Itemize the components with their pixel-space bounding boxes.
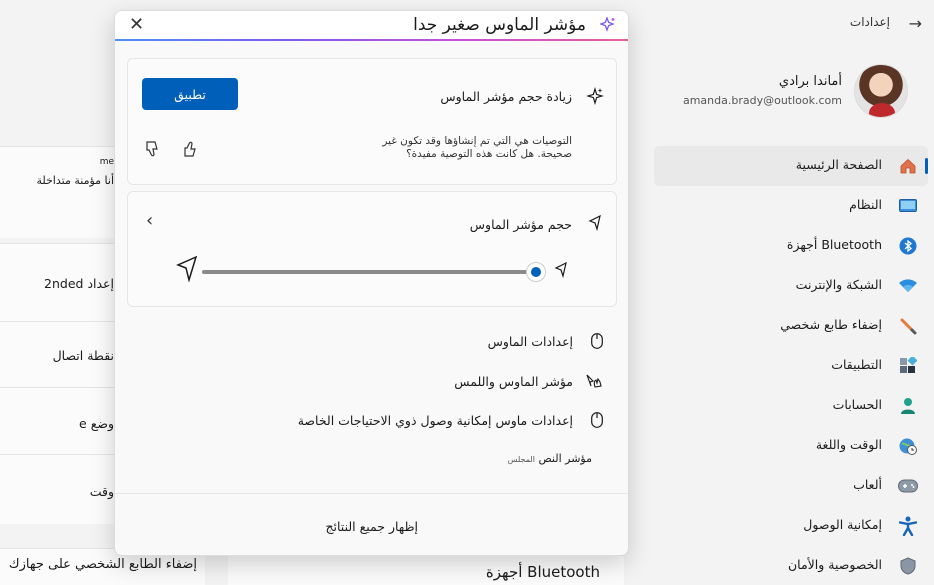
result-mouse-settings[interactable]: إعدادات الماوس (127, 326, 617, 358)
sidebar-item-label: الشبكة والإنترنت (795, 277, 882, 292)
content-cards: me أنا مؤمنة متداخلة إعداد 2nded نقطة ات… (0, 46, 116, 585)
content-card[interactable]: وقت (0, 454, 116, 524)
home-icon (898, 156, 918, 176)
sidebar-item-gaming[interactable]: ألعاب (654, 466, 928, 506)
close-icon[interactable]: ✕ (129, 14, 144, 35)
card-title: إعداد 2nded (44, 276, 114, 291)
sidebar-item-accessibility[interactable]: إمكانية الوصول (654, 506, 928, 546)
sidebar-item-privacy[interactable]: الخصوصية والأمان (654, 546, 928, 585)
card-title: نقطة اتصال (52, 348, 114, 363)
result-caption: المجلس (507, 455, 535, 464)
mouse-pointer-icon (588, 214, 602, 235)
large-pointer-icon (176, 255, 198, 286)
card-title: أجهزة Bluetooth (485, 563, 600, 581)
shield-icon (898, 556, 918, 576)
result-label: إعدادات ماوس إمكانية وصول ذوي الاحتياجات… (297, 413, 573, 428)
pointer-size-title: حجم مؤشر الماوس (469, 217, 572, 232)
globe-clock-icon (898, 436, 918, 456)
result-pointer-touch[interactable]: مؤشر الماوس واللمس (127, 366, 617, 398)
recommendation-disclaimer: التوصيات هي التي تم إنشاؤها وقد تكون غير… (382, 135, 572, 160)
result-label: مؤشر الماوس واللمس (454, 374, 573, 389)
result-label: إعدادات الماوس (487, 334, 573, 349)
bluetooth-devices-card[interactable]: أجهزة Bluetooth (228, 555, 624, 585)
chevron-left-icon[interactable]: ‹ (146, 210, 153, 231)
pointer-touch-icon (585, 373, 603, 393)
sidebar-item-personalization[interactable]: إضفاء طابع شخصي (654, 306, 928, 346)
small-pointer-icon (554, 261, 568, 282)
sidebar-item-label: الصفحة الرئيسية (795, 157, 882, 172)
bluetooth-icon (898, 236, 918, 256)
person-icon (898, 396, 918, 416)
card-caption: me (99, 157, 114, 167)
sidebar-item-label: ألعاب (853, 477, 882, 492)
slider-thumb[interactable] (526, 262, 546, 282)
sidebar-item-label: الوقت واللغة (815, 437, 882, 452)
sidebar-item-accounts[interactable]: الحسابات (654, 386, 928, 426)
apply-button[interactable]: تطبيق (142, 78, 238, 110)
system-icon (898, 196, 918, 216)
sidebar-item-system[interactable]: النظام (654, 186, 928, 226)
content-card[interactable]: إعداد 2nded (0, 243, 116, 321)
pointer-size-slider[interactable] (202, 270, 536, 274)
sidebar-nav: الصفحة الرئيسية النظام أجهزة Bluetooth ا… (654, 146, 928, 585)
card-title: وقت (89, 484, 114, 499)
sidebar-item-time-language[interactable]: الوقت واللغة (654, 426, 928, 466)
content-card[interactable]: me أنا مؤمنة متداخلة (0, 146, 116, 238)
sidebar-item-label: إضفاء طابع شخصي (780, 317, 882, 332)
back-arrow-icon[interactable]: → (909, 14, 922, 33)
thumbs-down-icon[interactable] (144, 140, 162, 162)
card-title: أنا مؤمنة متداخلة (36, 174, 114, 187)
sidebar-item-apps[interactable]: التطبيقات (654, 346, 928, 386)
mouse-icon (591, 333, 603, 353)
result-accessibility-mouse[interactable]: إعدادات ماوس إمكانية وصول ذوي الاحتياجات… (127, 405, 617, 437)
mouse-icon (591, 412, 603, 432)
content-card[interactable]: نقطة اتصال (0, 321, 116, 387)
result-text-cursor[interactable]: مؤشر النص المجلس (508, 452, 592, 465)
brush-icon (898, 316, 918, 336)
sidebar-item-label: التطبيقات (831, 357, 882, 372)
thumbs-up-icon[interactable] (182, 140, 200, 162)
profile-email: amanda.brady@outlook.com (682, 94, 842, 107)
gamepad-icon (898, 476, 918, 496)
pointer-size-card: ‹ حجم مؤشر الماوس (127, 191, 617, 307)
sidebar-item-label: أجهزة Bluetooth (786, 237, 882, 252)
avatar (854, 64, 908, 118)
sidebar-item-home[interactable]: الصفحة الرئيسية (654, 146, 928, 186)
sparkle-icon (585, 86, 605, 109)
sidebar-item-label: النظام (849, 197, 882, 212)
recommendation-card: تطبيق زيادة حجم مؤشر الماوس التوصيات هي … (127, 58, 617, 185)
search-flyout: ✕ مؤشر الماوس صغير جدا تطبيق زيادة حجم م… (114, 10, 629, 556)
sidebar-item-bluetooth[interactable]: أجهزة Bluetooth (654, 226, 928, 266)
content-card[interactable]: وضع e (0, 387, 116, 454)
accessibility-icon (898, 516, 918, 536)
sidebar-item-label: إمكانية الوصول (803, 517, 882, 532)
sidebar-item-network[interactable]: الشبكة والإنترنت (654, 266, 928, 306)
user-profile[interactable]: أماندا برادي amanda.brady@outlook.com (678, 64, 908, 120)
show-all-results-link[interactable]: إظهار جميع النتائج (325, 519, 418, 534)
wifi-icon (898, 276, 918, 296)
card-title: وضع e (79, 416, 114, 431)
apps-icon (898, 356, 918, 376)
sidebar-item-label: الخصوصية والأمان (787, 557, 882, 572)
divider (115, 493, 628, 494)
app-title: إعدادات (849, 15, 890, 29)
recommendation-title: زيادة حجم مؤشر الماوس (440, 89, 572, 104)
copilot-sparkle-icon (599, 16, 616, 37)
search-box[interactable]: ✕ مؤشر الماوس صغير جدا (115, 11, 628, 41)
card-title: إضفاء الطابع الشخصي على جهازك (8, 557, 197, 572)
profile-name: أماندا برادي (778, 74, 842, 89)
search-input[interactable]: مؤشر الماوس صغير جدا (413, 15, 586, 35)
result-label: مؤشر النص (538, 452, 592, 465)
sidebar-item-label: الحسابات (832, 397, 882, 412)
